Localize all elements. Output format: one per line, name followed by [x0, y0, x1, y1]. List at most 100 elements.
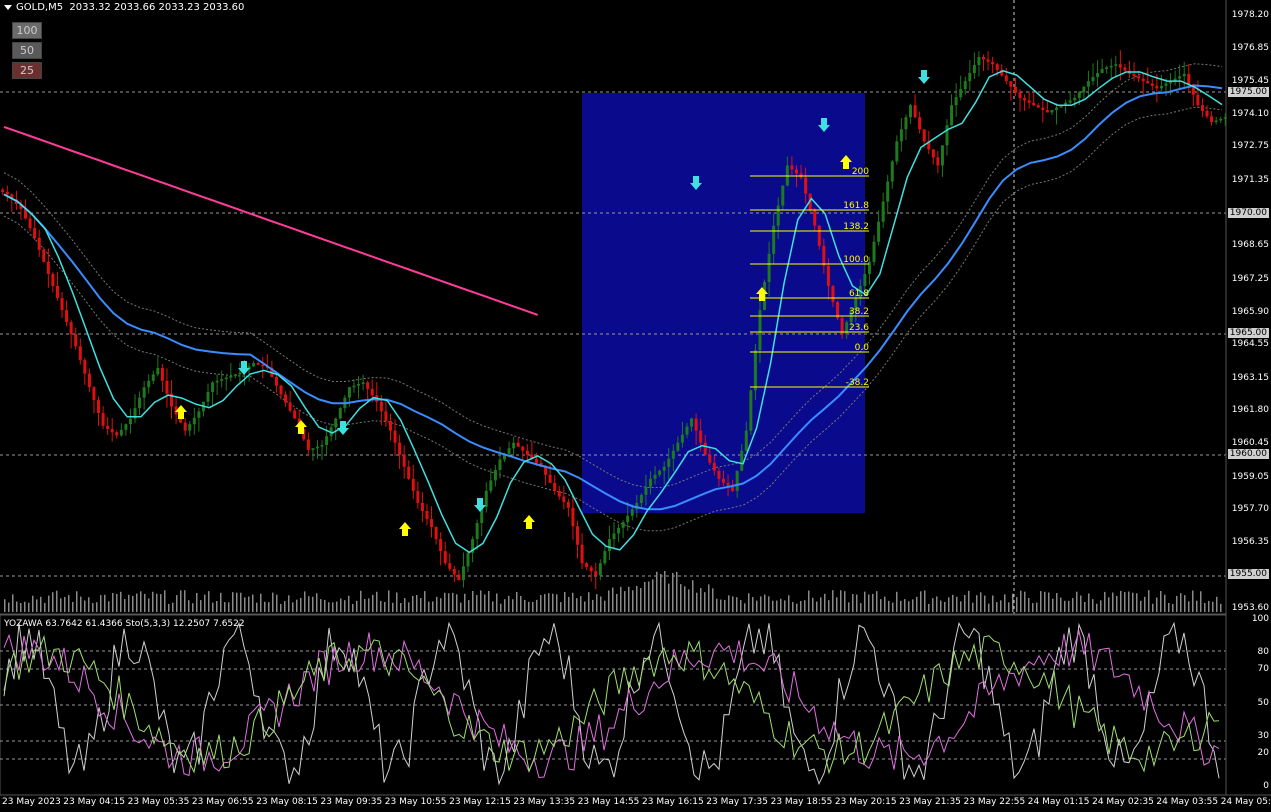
candle-body	[744, 430, 748, 451]
volume-bar	[88, 597, 90, 612]
candle-body	[1073, 97, 1077, 101]
price-level-badge: 1965.00	[1227, 328, 1269, 339]
candle-body	[671, 450, 675, 459]
price-tick: 1975.45	[1231, 76, 1269, 87]
candle-body	[863, 273, 867, 286]
volume-bar	[356, 600, 358, 612]
time-tick: 24 May 05:15	[1220, 797, 1271, 807]
volume-bar	[476, 595, 478, 612]
volume-bar	[432, 601, 434, 612]
candle-body	[950, 105, 954, 126]
volume-bar	[684, 586, 686, 612]
volume-bar	[1204, 603, 1206, 612]
volume-bar	[908, 601, 910, 612]
candle-body	[831, 285, 835, 303]
volume-bar	[920, 591, 922, 612]
volume-bar	[328, 602, 330, 612]
fib-level-label: 0.0	[855, 343, 870, 353]
volume-bar	[140, 591, 142, 612]
candle-body	[315, 446, 319, 449]
volume-bar	[796, 603, 798, 612]
volume-bar	[480, 590, 482, 612]
candle-body	[1068, 100, 1072, 103]
candle-body	[507, 448, 511, 454]
time-tick: 23 May 12:15	[449, 797, 511, 807]
volume-bar	[1092, 599, 1094, 612]
candle-body	[160, 367, 164, 381]
volume-bar	[532, 602, 534, 612]
candle-body	[37, 237, 41, 250]
fib-level-label: 61.8	[849, 289, 869, 299]
zoom-50-button[interactable]: 50	[12, 42, 42, 59]
volume-bar	[800, 601, 802, 612]
fib-level-label: 23.6	[849, 323, 869, 333]
volume-bar	[1000, 600, 1002, 612]
volume-bar	[716, 598, 718, 612]
candle-body	[51, 273, 55, 286]
volume-bar	[696, 592, 698, 612]
time-tick: 23 May 2023	[2, 797, 61, 807]
candle-body	[142, 387, 146, 398]
volume-bar	[440, 598, 442, 612]
volume-bar	[1124, 592, 1126, 612]
candle-body	[224, 377, 228, 380]
volume-bar	[968, 590, 970, 612]
fibonacci-box[interactable]	[582, 93, 865, 513]
symbol-label: GOLD,M5	[16, 2, 64, 13]
price-level-badge: 1955.00	[1227, 569, 1269, 580]
volume-bar	[344, 600, 346, 612]
candle-body	[393, 430, 397, 443]
volume-bar	[904, 599, 906, 612]
volume-bar	[544, 594, 546, 612]
candle-body	[708, 454, 712, 463]
candle-body	[1018, 92, 1022, 98]
volume-bar	[724, 599, 726, 612]
volume-bar	[96, 602, 98, 612]
candle-body	[1027, 100, 1031, 103]
volume-bar	[1144, 596, 1146, 612]
candle-body	[78, 346, 82, 360]
volume-bar	[900, 600, 902, 612]
volume-bar	[1148, 590, 1150, 612]
volume-bar	[196, 592, 198, 612]
volume-bar	[1188, 601, 1190, 612]
volume-bar	[884, 596, 886, 612]
candle-body	[256, 363, 260, 365]
volume-bar	[1008, 602, 1010, 612]
candle-body	[1045, 110, 1049, 113]
candle-body	[881, 201, 885, 222]
candle-body	[361, 382, 365, 385]
candle-body	[1223, 117, 1227, 119]
candle-body	[352, 385, 356, 388]
zoom-25-button[interactable]: 25	[12, 62, 42, 79]
time-tick: 24 May 03:55	[1156, 797, 1219, 807]
candle-body	[1096, 73, 1100, 78]
volume-bar	[1036, 602, 1038, 612]
volume-bar	[928, 603, 930, 612]
volume-bar	[960, 601, 962, 612]
zoom-100-button[interactable]: 100	[12, 22, 42, 39]
volume-bar	[528, 601, 530, 612]
time-tick: 23 May 13:35	[513, 797, 576, 807]
candle-body	[1, 189, 5, 192]
volume-bar	[548, 593, 550, 612]
candle-body	[580, 544, 584, 564]
price-chart[interactable]: 200161.8138.2100.061.838.223.60.0-38.2	[0, 0, 1271, 812]
candle-body	[411, 478, 415, 491]
volume-bar	[936, 596, 938, 612]
candle-body	[648, 478, 652, 487]
volume-bar	[776, 600, 778, 612]
candle-body	[977, 56, 981, 66]
candle-body	[211, 382, 215, 393]
volume-bar	[788, 595, 790, 612]
volume-bar	[64, 596, 66, 612]
volume-bar	[916, 596, 918, 612]
volume-bar	[400, 603, 402, 612]
candle-body	[334, 418, 338, 428]
volume-bar	[56, 590, 58, 612]
candle-body	[1182, 73, 1186, 77]
candle-body	[293, 410, 297, 419]
volume-bar	[136, 593, 138, 612]
candle-body	[712, 462, 716, 471]
chevron-down-icon[interactable]	[4, 4, 12, 10]
